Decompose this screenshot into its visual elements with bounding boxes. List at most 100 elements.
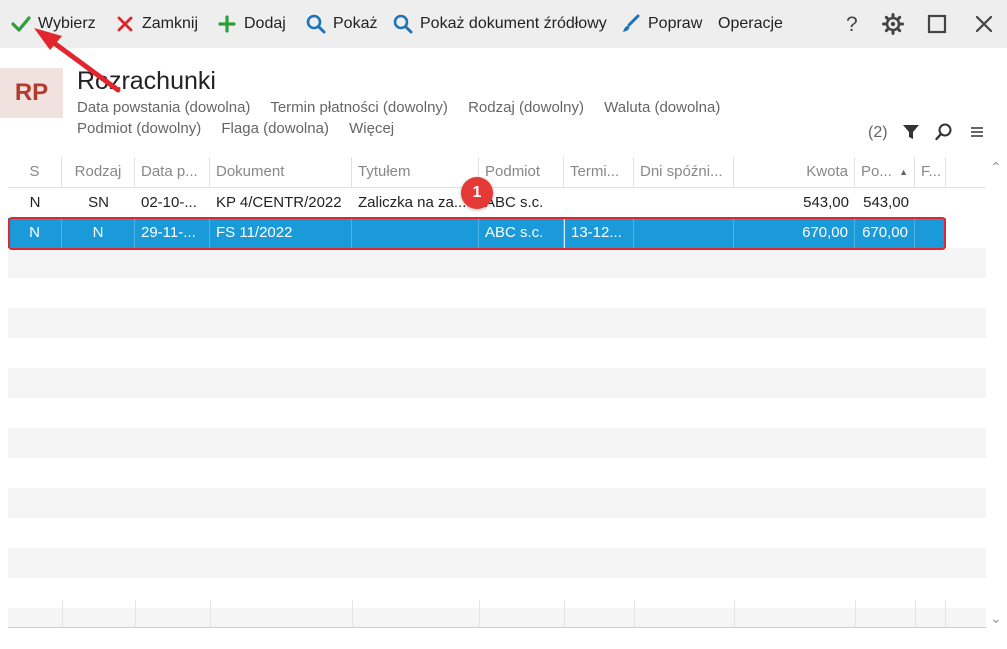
cell-flag [915, 188, 946, 218]
column-divider [352, 600, 353, 627]
cell-days-late [634, 188, 734, 218]
column-header-remaining-label: Po... [861, 163, 892, 180]
cell-entity: ABC s.c. [479, 218, 564, 248]
cell-date: 29-11-... [135, 218, 210, 248]
sort-asc-icon: ▲ [899, 167, 908, 177]
column-header-s[interactable]: S [8, 157, 62, 187]
column-header-flag[interactable]: F... [915, 157, 946, 187]
column-divider [479, 600, 480, 627]
gear-icon[interactable] [881, 12, 905, 36]
table-bottom-border [8, 627, 986, 628]
module-logo: RP [0, 68, 63, 118]
filter-icon[interactable] [900, 121, 922, 143]
menu-icon[interactable] [966, 121, 988, 143]
column-header-title[interactable]: Tytułem [352, 157, 479, 187]
cell-date: 02-10-... [141, 194, 197, 211]
scroll-up-icon[interactable]: ⌃ [990, 159, 1002, 176]
filter-type[interactable]: Rodzaj (dowolny) [468, 99, 584, 116]
cell-type: SN [88, 194, 109, 211]
column-divider [210, 600, 211, 627]
operations-label: Operacje [718, 15, 783, 32]
filter-currency[interactable]: Waluta (dowolna) [604, 99, 720, 116]
table-header-row: S Rodzaj Data p... Dokument Tytułem Podm… [8, 157, 986, 188]
cell-title: Zaliczka na za... [358, 194, 467, 211]
select-label: Wybierz [38, 15, 96, 32]
table-row-selected[interactable]: N N 29-11-... FS 11/2022 ABC s.c. 13-12.… [8, 218, 946, 248]
column-divider [915, 600, 916, 627]
filter-flag[interactable]: Flaga (dowolna) [221, 120, 329, 137]
cell-document: KP 4/CENTR/2022 [216, 194, 342, 211]
empty-row [8, 608, 986, 627]
add-label: Dodaj [244, 15, 286, 32]
plus-icon [216, 13, 238, 35]
empty-row [8, 308, 986, 338]
cell-amount: 543,00 [803, 194, 849, 211]
column-header-entity[interactable]: Podmiot [479, 157, 564, 187]
column-divider [855, 600, 856, 627]
column-header-type[interactable]: Rodzaj [62, 157, 135, 187]
column-divider [634, 600, 635, 627]
column-header-document[interactable]: Dokument [210, 157, 352, 187]
cell-document: FS 11/2022 [210, 218, 352, 248]
column-header-days-late[interactable]: Dni spóźni... [634, 157, 734, 187]
close-label: Zamknij [142, 15, 199, 32]
cell-flag [915, 218, 946, 248]
operations-button[interactable]: Operacje [718, 0, 783, 48]
scroll-down-icon[interactable]: ⌄ [990, 610, 1002, 627]
empty-row [8, 428, 986, 458]
select-button[interactable]: Wybierz [10, 0, 96, 48]
empty-row [8, 548, 986, 578]
filter-creation-date[interactable]: Data powstania (dowolna) [77, 99, 250, 116]
close-x-icon [114, 13, 136, 35]
cell-s: N [29, 194, 41, 211]
show-button[interactable]: Pokaż [305, 0, 377, 48]
edit-button[interactable]: Popraw [620, 0, 702, 48]
show-source-document-button[interactable]: Pokaż dokument źródłowy [392, 0, 607, 48]
column-header-date[interactable]: Data p... [135, 157, 210, 187]
column-header-due-date[interactable]: Termi... [564, 157, 634, 187]
search-small-icon[interactable] [933, 121, 955, 143]
add-button[interactable]: Dodaj [216, 0, 286, 48]
show-label: Pokaż [333, 15, 378, 32]
step-badge: 1 [461, 177, 493, 209]
empty-row [8, 248, 986, 278]
filter-more[interactable]: Więcej [349, 120, 394, 137]
cell-s: N [8, 218, 62, 248]
column-divider [945, 600, 946, 627]
cell-remaining: 670,00 [855, 218, 915, 248]
cell-days-late [634, 218, 734, 248]
column-divider [734, 600, 735, 627]
column-divider [62, 600, 63, 627]
column-header-remaining[interactable]: Po... ▲ [855, 157, 915, 187]
toolbar: Wybierz Zamknij Dodaj Pokaż Pokaż dokume… [0, 0, 1007, 48]
empty-row [8, 368, 986, 398]
show-source-label: Pokaż dokument źródłowy [420, 15, 607, 32]
window-close-icon[interactable] [972, 12, 996, 36]
edit-label: Popraw [648, 15, 703, 32]
check-icon [10, 13, 32, 35]
table-row[interactable]: N SN 02-10-... KP 4/CENTR/2022 Zaliczka … [8, 188, 986, 218]
cell-type: N [62, 218, 135, 248]
column-header-amount[interactable]: Kwota [734, 157, 855, 187]
cell-remaining: 543,00 [863, 194, 909, 211]
filter-entity[interactable]: Podmiot (dowolny) [77, 120, 201, 137]
filter-bar: Data powstania (dowolna) Termin płatnośc… [77, 97, 797, 139]
close-button[interactable]: Zamknij [114, 0, 198, 48]
page-title: Rozrachunki [77, 67, 216, 95]
filter-payment-term[interactable]: Termin płatności (dowolny) [270, 99, 448, 116]
cell-due-date [564, 188, 634, 218]
cell-due-date: 13-12... [564, 218, 634, 248]
cell-title [352, 218, 479, 248]
settlements-table: S Rodzaj Data p... Dokument Tytułem Podm… [8, 157, 986, 627]
record-count: (2) [868, 124, 888, 141]
cell-amount: 670,00 [734, 218, 855, 248]
column-divider [564, 600, 565, 627]
maximize-icon[interactable] [925, 12, 949, 36]
search-icon [305, 13, 327, 35]
empty-row [8, 488, 986, 518]
svg-text:?: ? [846, 13, 858, 35]
column-divider [135, 600, 136, 627]
brush-icon [620, 13, 642, 35]
search-doc-icon [392, 13, 414, 35]
help-icon[interactable]: ? [840, 12, 864, 36]
